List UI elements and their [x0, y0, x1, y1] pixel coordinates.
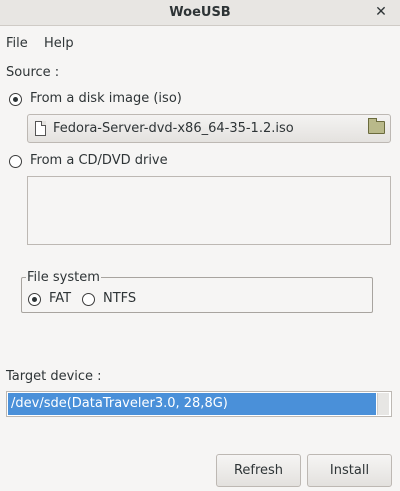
cd-drive-list[interactable] — [27, 176, 391, 245]
title-bar: WoeUSB ✕ — [0, 0, 400, 26]
iso-file-name: Fedora-Server-dvd-x86_64-35-1.2.iso — [53, 121, 294, 136]
refresh-button[interactable]: Refresh — [216, 454, 301, 487]
device-list-scrollbar[interactable] — [377, 393, 389, 415]
menu-bar: File Help — [0, 33, 400, 55]
close-icon[interactable]: ✕ — [372, 3, 390, 21]
radio-from-drive[interactable] — [9, 155, 22, 168]
device-row-selected[interactable]: /dev/sde(DataTraveler3.0, 28,8G) — [8, 393, 376, 415]
source-label: Source : — [6, 65, 60, 80]
fat-label[interactable]: FAT — [49, 291, 71, 306]
from-drive-label[interactable]: From a CD/DVD drive — [30, 153, 168, 168]
radio-fat[interactable] — [28, 293, 41, 306]
target-device-list[interactable]: /dev/sde(DataTraveler3.0, 28,8G) — [6, 391, 392, 417]
filesystem-legend: File system — [26, 270, 101, 285]
radio-from-iso[interactable] — [9, 93, 22, 106]
target-device-label: Target device : — [6, 369, 102, 384]
from-iso-label[interactable]: From a disk image (iso) — [30, 91, 182, 106]
install-button[interactable]: Install — [307, 454, 392, 487]
ntfs-label[interactable]: NTFS — [103, 291, 136, 306]
folder-icon — [368, 118, 385, 134]
menu-help[interactable]: Help — [44, 36, 74, 51]
iso-file-chooser[interactable]: Fedora-Server-dvd-x86_64-35-1.2.iso — [27, 114, 391, 143]
menu-file[interactable]: File — [6, 36, 28, 51]
window-title: WoeUSB — [169, 5, 231, 20]
radio-ntfs[interactable] — [82, 293, 95, 306]
file-icon — [35, 121, 46, 136]
